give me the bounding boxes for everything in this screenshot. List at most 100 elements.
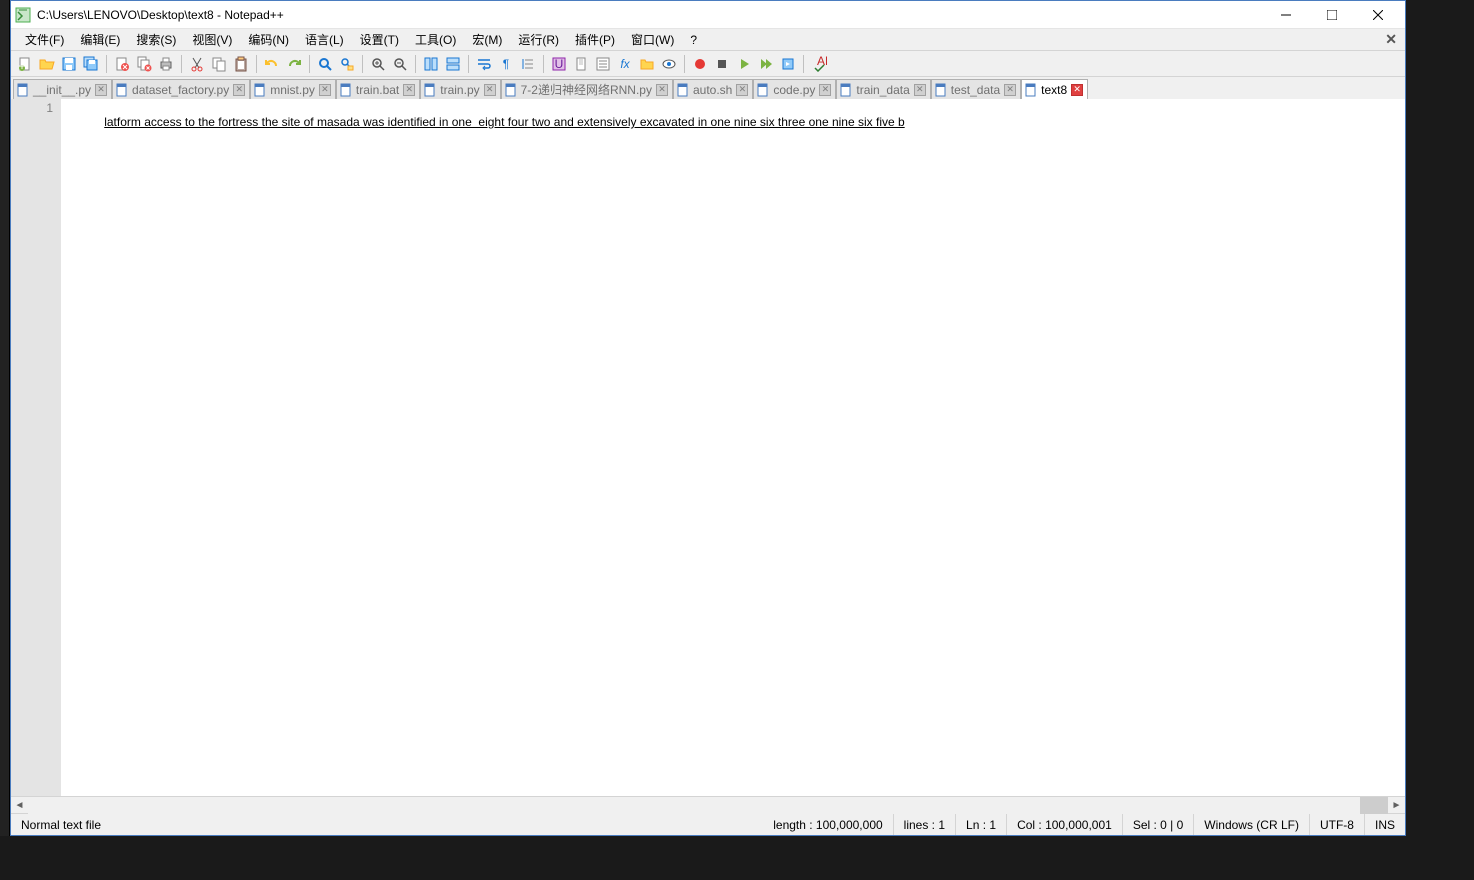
file-tab[interactable]: train.bat✕: [336, 79, 420, 99]
menu-settings[interactable]: 设置(T): [352, 29, 407, 50]
scroll-track[interactable]: [28, 797, 1388, 814]
toolbar-separator: [181, 55, 182, 73]
status-lines: lines : 1: [894, 814, 956, 835]
allchars-icon[interactable]: ¶: [496, 54, 516, 74]
print-icon[interactable]: [156, 54, 176, 74]
file-tab[interactable]: __init__.py ✕: [13, 79, 112, 99]
close-file-icon[interactable]: [112, 54, 132, 74]
scroll-right-arrow[interactable]: ►: [1388, 797, 1405, 814]
folder-workspace-icon[interactable]: [637, 54, 657, 74]
play-macro-icon[interactable]: [734, 54, 754, 74]
tab-close-icon[interactable]: ✕: [319, 84, 331, 96]
copy-icon[interactable]: [209, 54, 229, 74]
wordwrap-icon[interactable]: [474, 54, 494, 74]
save-all-icon[interactable]: [81, 54, 101, 74]
tab-close-icon[interactable]: ✕: [819, 84, 831, 96]
tab-close-icon[interactable]: ✕: [914, 84, 926, 96]
file-tab[interactable]: 7-2递归神经网络RNN.py✕: [501, 79, 673, 99]
window-title: C:\Users\LENOVO\Desktop\text8 - Notepad+…: [37, 8, 1263, 22]
scroll-thumb[interactable]: [1360, 797, 1388, 814]
svg-text:fx: fx: [620, 57, 630, 71]
menu-macro[interactable]: 宏(M): [464, 29, 510, 50]
status-eol[interactable]: Windows (CR LF): [1194, 814, 1310, 835]
close-tab-x[interactable]: ✕: [1385, 31, 1397, 48]
text-content: latform access to the fortress the site …: [104, 115, 904, 129]
sync-v-icon[interactable]: [421, 54, 441, 74]
menu-file[interactable]: 文件(F): [17, 29, 72, 50]
file-icon: [756, 83, 770, 97]
stop-macro-icon[interactable]: [712, 54, 732, 74]
close-all-icon[interactable]: [134, 54, 154, 74]
func-list-icon[interactable]: fx: [615, 54, 635, 74]
record-macro-icon[interactable]: [690, 54, 710, 74]
menu-language[interactable]: 语言(L): [297, 29, 352, 50]
file-icon: [115, 83, 129, 97]
status-encoding[interactable]: UTF-8: [1310, 814, 1365, 835]
menu-view[interactable]: 视图(V): [184, 29, 240, 50]
file-icon: [423, 83, 437, 97]
menu-search[interactable]: 搜索(S): [128, 29, 184, 50]
save-macro-icon[interactable]: [778, 54, 798, 74]
minimize-button[interactable]: [1263, 1, 1309, 29]
lang-udl-icon[interactable]: U: [549, 54, 569, 74]
file-tab[interactable]: test_data✕: [931, 79, 1021, 99]
indent-guide-icon[interactable]: [518, 54, 538, 74]
doc-list-icon[interactable]: [593, 54, 613, 74]
paste-icon[interactable]: [231, 54, 251, 74]
file-tabs: __init__.py✕dataset_factory.py✕mnist.py✕…: [11, 77, 1405, 99]
tab-close-icon[interactable]: ✕: [484, 84, 496, 96]
tab-close-icon[interactable]: ✕: [233, 84, 245, 96]
menu-encoding[interactable]: 编码(N): [240, 29, 297, 50]
save-icon[interactable]: [59, 54, 79, 74]
tab-close-icon[interactable]: ✕: [1071, 84, 1083, 96]
sync-h-icon[interactable]: [443, 54, 463, 74]
file-tab-label: __init__.py: [33, 83, 91, 97]
cut-icon[interactable]: [187, 54, 207, 74]
menu-tools[interactable]: 工具(O): [407, 29, 464, 50]
close-button[interactable]: [1355, 1, 1401, 29]
line-number-gutter: 1: [11, 99, 61, 796]
file-tab[interactable]: auto.sh✕: [673, 79, 753, 99]
tab-close-icon[interactable]: ✕: [1004, 84, 1016, 96]
title-bar[interactable]: C:\Users\LENOVO\Desktop\text8 - Notepad+…: [11, 1, 1405, 29]
file-icon: [676, 83, 690, 97]
find-icon[interactable]: [315, 54, 335, 74]
file-tab[interactable]: code.py✕: [753, 79, 836, 99]
zoom-in-icon[interactable]: [368, 54, 388, 74]
new-file-icon[interactable]: +: [15, 54, 35, 74]
spellcheck-icon[interactable]: ABC: [809, 54, 829, 74]
tab-close-icon[interactable]: ✕: [95, 84, 107, 96]
file-tab[interactable]: mnist.py✕: [250, 79, 336, 99]
menu-run[interactable]: 运行(R): [510, 29, 567, 50]
status-filetype: Normal text file: [11, 814, 211, 835]
file-icon: [1024, 83, 1038, 97]
menu-edit[interactable]: 编辑(E): [72, 29, 128, 50]
tab-close-icon[interactable]: ✕: [656, 84, 668, 96]
toolbar-separator: [256, 55, 257, 73]
menu-plugins[interactable]: 插件(P): [567, 29, 623, 50]
file-tab[interactable]: train_data✕: [836, 79, 930, 99]
menu-window[interactable]: 窗口(W): [623, 29, 682, 50]
toolbar-separator: [415, 55, 416, 73]
file-tab[interactable]: text8 ✕: [1021, 79, 1088, 99]
undo-icon[interactable]: [262, 54, 282, 74]
file-tab-label: text8: [1041, 83, 1067, 97]
zoom-out-icon[interactable]: [390, 54, 410, 74]
open-file-icon[interactable]: [37, 54, 57, 74]
text-editor[interactable]: latform access to the fortress the site …: [61, 99, 1405, 796]
tab-close-icon[interactable]: ✕: [403, 84, 415, 96]
replace-icon[interactable]: [337, 54, 357, 74]
doc-map-icon[interactable]: [571, 54, 591, 74]
file-tab[interactable]: train.py✕: [420, 79, 500, 99]
menu-help[interactable]: ?: [682, 31, 705, 49]
status-mode[interactable]: INS: [1365, 814, 1405, 835]
file-icon: [504, 83, 518, 97]
play-multi-icon[interactable]: [756, 54, 776, 74]
monitoring-icon[interactable]: [659, 54, 679, 74]
maximize-button[interactable]: [1309, 1, 1355, 29]
file-tab[interactable]: dataset_factory.py✕: [112, 79, 250, 99]
tab-close-icon[interactable]: ✕: [736, 84, 748, 96]
scroll-left-arrow[interactable]: ◄: [11, 797, 28, 814]
redo-icon[interactable]: [284, 54, 304, 74]
horizontal-scrollbar[interactable]: ◄ ►: [11, 796, 1405, 813]
